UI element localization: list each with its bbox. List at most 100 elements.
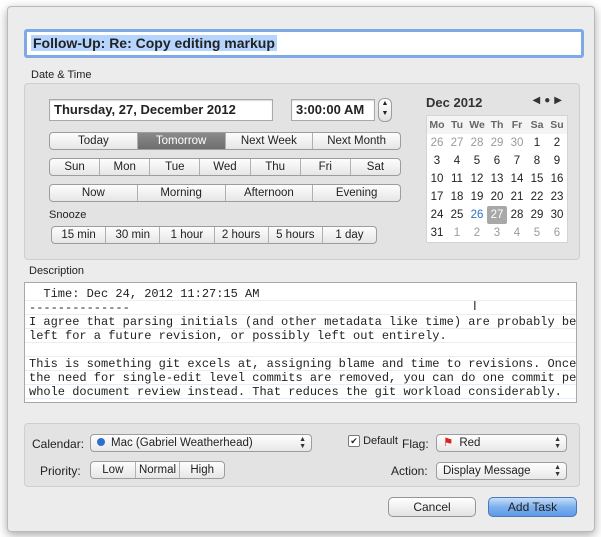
calendar-week: 17 18 19 20 21 22 23 (427, 188, 567, 206)
weekday-sat[interactable]: Sat (349, 159, 400, 175)
text-cursor-icon: I (473, 298, 477, 313)
popup-arrows-icon: ▲ ▼ (299, 436, 306, 450)
calendar-day[interactable]: 6 (487, 152, 507, 170)
default-checkbox[interactable]: ✔ Default (348, 435, 398, 448)
calendar-day[interactable]: 28 (467, 134, 487, 152)
weekday-fri[interactable]: Fri (299, 159, 350, 175)
calendar-day[interactable]: 29 (487, 134, 507, 152)
calendar-day[interactable]: 5 (467, 152, 487, 170)
weekday-thu[interactable]: Thu (249, 159, 300, 175)
calendar-day-selected[interactable]: 27 (487, 206, 507, 224)
calendar-dow: Th (487, 116, 507, 134)
weekday-wed[interactable]: Wed (199, 159, 249, 175)
date-field[interactable]: Thursday, 27, December 2012 (49, 99, 273, 121)
action-popup[interactable]: Display Message ▲ ▼ (436, 462, 567, 480)
snooze-1-hour[interactable]: 1 hour (159, 227, 213, 243)
calendar-day[interactable]: 3 (427, 152, 447, 170)
priority-normal[interactable]: Normal (134, 462, 180, 478)
calendar-day[interactable]: 1 (527, 134, 547, 152)
popup-arrows-icon: ▲ ▼ (554, 436, 561, 450)
priority-high[interactable]: High (179, 462, 224, 478)
calendar-day[interactable]: 13 (487, 170, 507, 188)
time-now[interactable]: Now (50, 185, 137, 201)
calendar-day[interactable]: 26 (427, 134, 447, 152)
calendar-day[interactable]: 30 (507, 134, 527, 152)
description-textarea[interactable]: Time: Dec 24, 2012 11:27:15 AM ---------… (24, 282, 577, 403)
snooze-label: Snooze (49, 209, 87, 221)
calendar-today-icon[interactable]: ● (544, 95, 554, 106)
snooze-5-hours[interactable]: 5 hours (267, 227, 322, 243)
calendar-day[interactable]: 15 (527, 170, 547, 188)
calendar-day[interactable]: 9 (547, 152, 567, 170)
time-morning[interactable]: Morning (136, 185, 225, 201)
calendar-day[interactable]: 7 (507, 152, 527, 170)
calendar-day[interactable]: 6 (547, 224, 567, 242)
snooze-15-min[interactable]: 15 min (52, 227, 105, 243)
calendar-day[interactable]: 11 (447, 170, 467, 188)
priority-low[interactable]: Low (91, 462, 135, 478)
calendar-day[interactable]: 18 (447, 188, 467, 206)
cancel-button[interactable]: Cancel (388, 497, 476, 517)
action-label: Action: (391, 464, 428, 478)
weekday-mon[interactable]: Mon (99, 159, 149, 175)
time-stepper[interactable]: ▲ ▼ (378, 98, 392, 122)
calendar-day[interactable]: 17 (427, 188, 447, 206)
calendar-day[interactable]: 19 (467, 188, 487, 206)
calendar-day[interactable]: 2 (547, 134, 567, 152)
calendar-day[interactable]: 1 (447, 224, 467, 242)
task-title-text: Follow-Up: Re: Copy editing markup (31, 35, 277, 51)
quick-day-tomorrow[interactable]: Tomorrow (136, 133, 225, 149)
calendar-day[interactable]: 29 (527, 206, 547, 224)
calendar-prev-icon[interactable]: ◀ (533, 95, 545, 106)
stepper-down-icon[interactable]: ▼ (379, 109, 391, 119)
popup-arrows-icon: ▲ ▼ (554, 464, 561, 478)
calendar-color-dot (97, 438, 105, 446)
calendar-day[interactable]: 8 (527, 152, 547, 170)
calendar-day[interactable]: 24 (427, 206, 447, 224)
calendar-day[interactable]: 28 (507, 206, 527, 224)
stepper-up-icon[interactable]: ▲ (379, 99, 391, 109)
calendar-day[interactable]: 5 (527, 224, 547, 242)
calendar-day[interactable]: 2 (467, 224, 487, 242)
snooze-2-hours[interactable]: 2 hours (213, 227, 268, 243)
time-field[interactable]: 3:00:00 AM (291, 99, 375, 121)
calendar-day[interactable]: 4 (447, 152, 467, 170)
calendar-label: Calendar: (32, 437, 85, 451)
calendar-day[interactable]: 22 (527, 188, 547, 206)
snooze-1-day[interactable]: 1 day (321, 227, 376, 243)
flag-popup[interactable]: ⚑ Red ▲ ▼ (436, 434, 567, 452)
calendar-day[interactable]: 3 (487, 224, 507, 242)
weekday-sun[interactable]: Sun (50, 159, 99, 175)
calendar-day[interactable]: 20 (487, 188, 507, 206)
calendar-day[interactable]: 25 (447, 206, 467, 224)
calendar-day[interactable]: 14 (507, 170, 527, 188)
task-title-input[interactable]: Follow-Up: Re: Copy editing markup (24, 29, 584, 58)
quick-day-next-month[interactable]: Next Month (312, 133, 400, 149)
calendar-day[interactable]: 16 (547, 170, 567, 188)
calendar-next-icon[interactable]: ▶ (554, 95, 566, 106)
mini-calendar: Dec 2012 ◀●▶ Mo Tu We Th Fr Sa Su 26 27 … (426, 95, 568, 243)
calendar-day[interactable]: 27 (447, 134, 467, 152)
calendar-day[interactable]: 10 (427, 170, 447, 188)
calendar-day[interactable]: 21 (507, 188, 527, 206)
add-task-button[interactable]: Add Task (488, 497, 577, 517)
calendar-popup-value: Mac (Gabriel Weatherhead) (111, 437, 253, 449)
quick-day-today[interactable]: Today (50, 133, 137, 149)
calendar-week: 26 27 28 29 30 1 2 (427, 134, 567, 152)
calendar-day[interactable]: 30 (547, 206, 567, 224)
snooze-30-min[interactable]: 30 min (105, 227, 159, 243)
calendar-popup[interactable]: Mac (Gabriel Weatherhead) ▲ ▼ (90, 434, 312, 452)
calendar-day[interactable]: 12 (467, 170, 487, 188)
weekday-tue[interactable]: Tue (149, 159, 199, 175)
calendar-day[interactable]: 4 (507, 224, 527, 242)
date-time-label: Date & Time (31, 69, 92, 81)
calendar-day-today[interactable]: 26 (467, 206, 487, 224)
time-afternoon[interactable]: Afternoon (224, 185, 313, 201)
calendar-day[interactable]: 31 (427, 224, 447, 242)
calendar-day[interactable]: 23 (547, 188, 567, 206)
task-window: Follow-Up: Re: Copy editing markup Date … (7, 6, 595, 532)
calendar-dow: Mo (427, 116, 447, 134)
default-check-icon[interactable]: ✔ (348, 435, 360, 448)
quick-day-next-week[interactable]: Next Week (224, 133, 313, 149)
time-evening[interactable]: Evening (312, 185, 400, 201)
